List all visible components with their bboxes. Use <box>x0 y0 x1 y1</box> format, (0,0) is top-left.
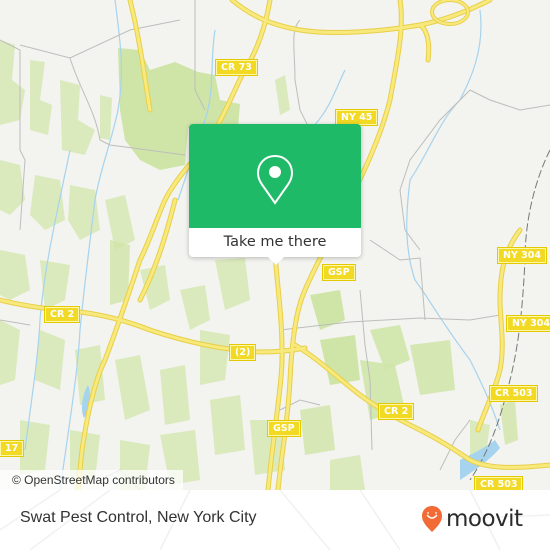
road-shield-ny304: NY 304 <box>506 315 550 332</box>
road-shield-17: 17 <box>0 440 25 457</box>
take-me-there-button[interactable]: Take me there <box>189 228 361 257</box>
popup-pointer <box>267 256 285 265</box>
road-shield-route2: (2) <box>228 344 257 361</box>
moovit-smile-pin-icon <box>422 506 442 532</box>
road-shield-gsp: GSP <box>267 420 301 437</box>
road-shield-gsp: GSP <box>322 264 356 281</box>
moovit-wordmark: moovit <box>446 506 523 532</box>
location-popup: Take me there <box>189 124 361 257</box>
location-pin-icon <box>256 154 294 205</box>
road-shield-cr2: CR 2 <box>377 403 415 420</box>
place-name: Swat Pest Control, New York City <box>20 509 257 526</box>
road-shield-cr2: CR 2 <box>43 306 81 323</box>
road-shield-cr503: CR 503 <box>488 385 539 402</box>
road-shield-ny45: NY 45 <box>334 109 379 126</box>
popup-header <box>189 124 361 228</box>
road-shield-cr73: CR 73 <box>215 59 258 76</box>
road-shield-cr503: CR 503 <box>473 476 524 490</box>
park-areas <box>0 40 518 490</box>
map-attribution[interactable]: © OpenStreetMap contributors <box>0 470 183 490</box>
road-shield-ny304: NY 304 <box>497 247 547 264</box>
moovit-logo[interactable]: moovit <box>421 504 523 534</box>
footer-bar: Swat Pest Control, New York City moovit <box>0 490 550 550</box>
